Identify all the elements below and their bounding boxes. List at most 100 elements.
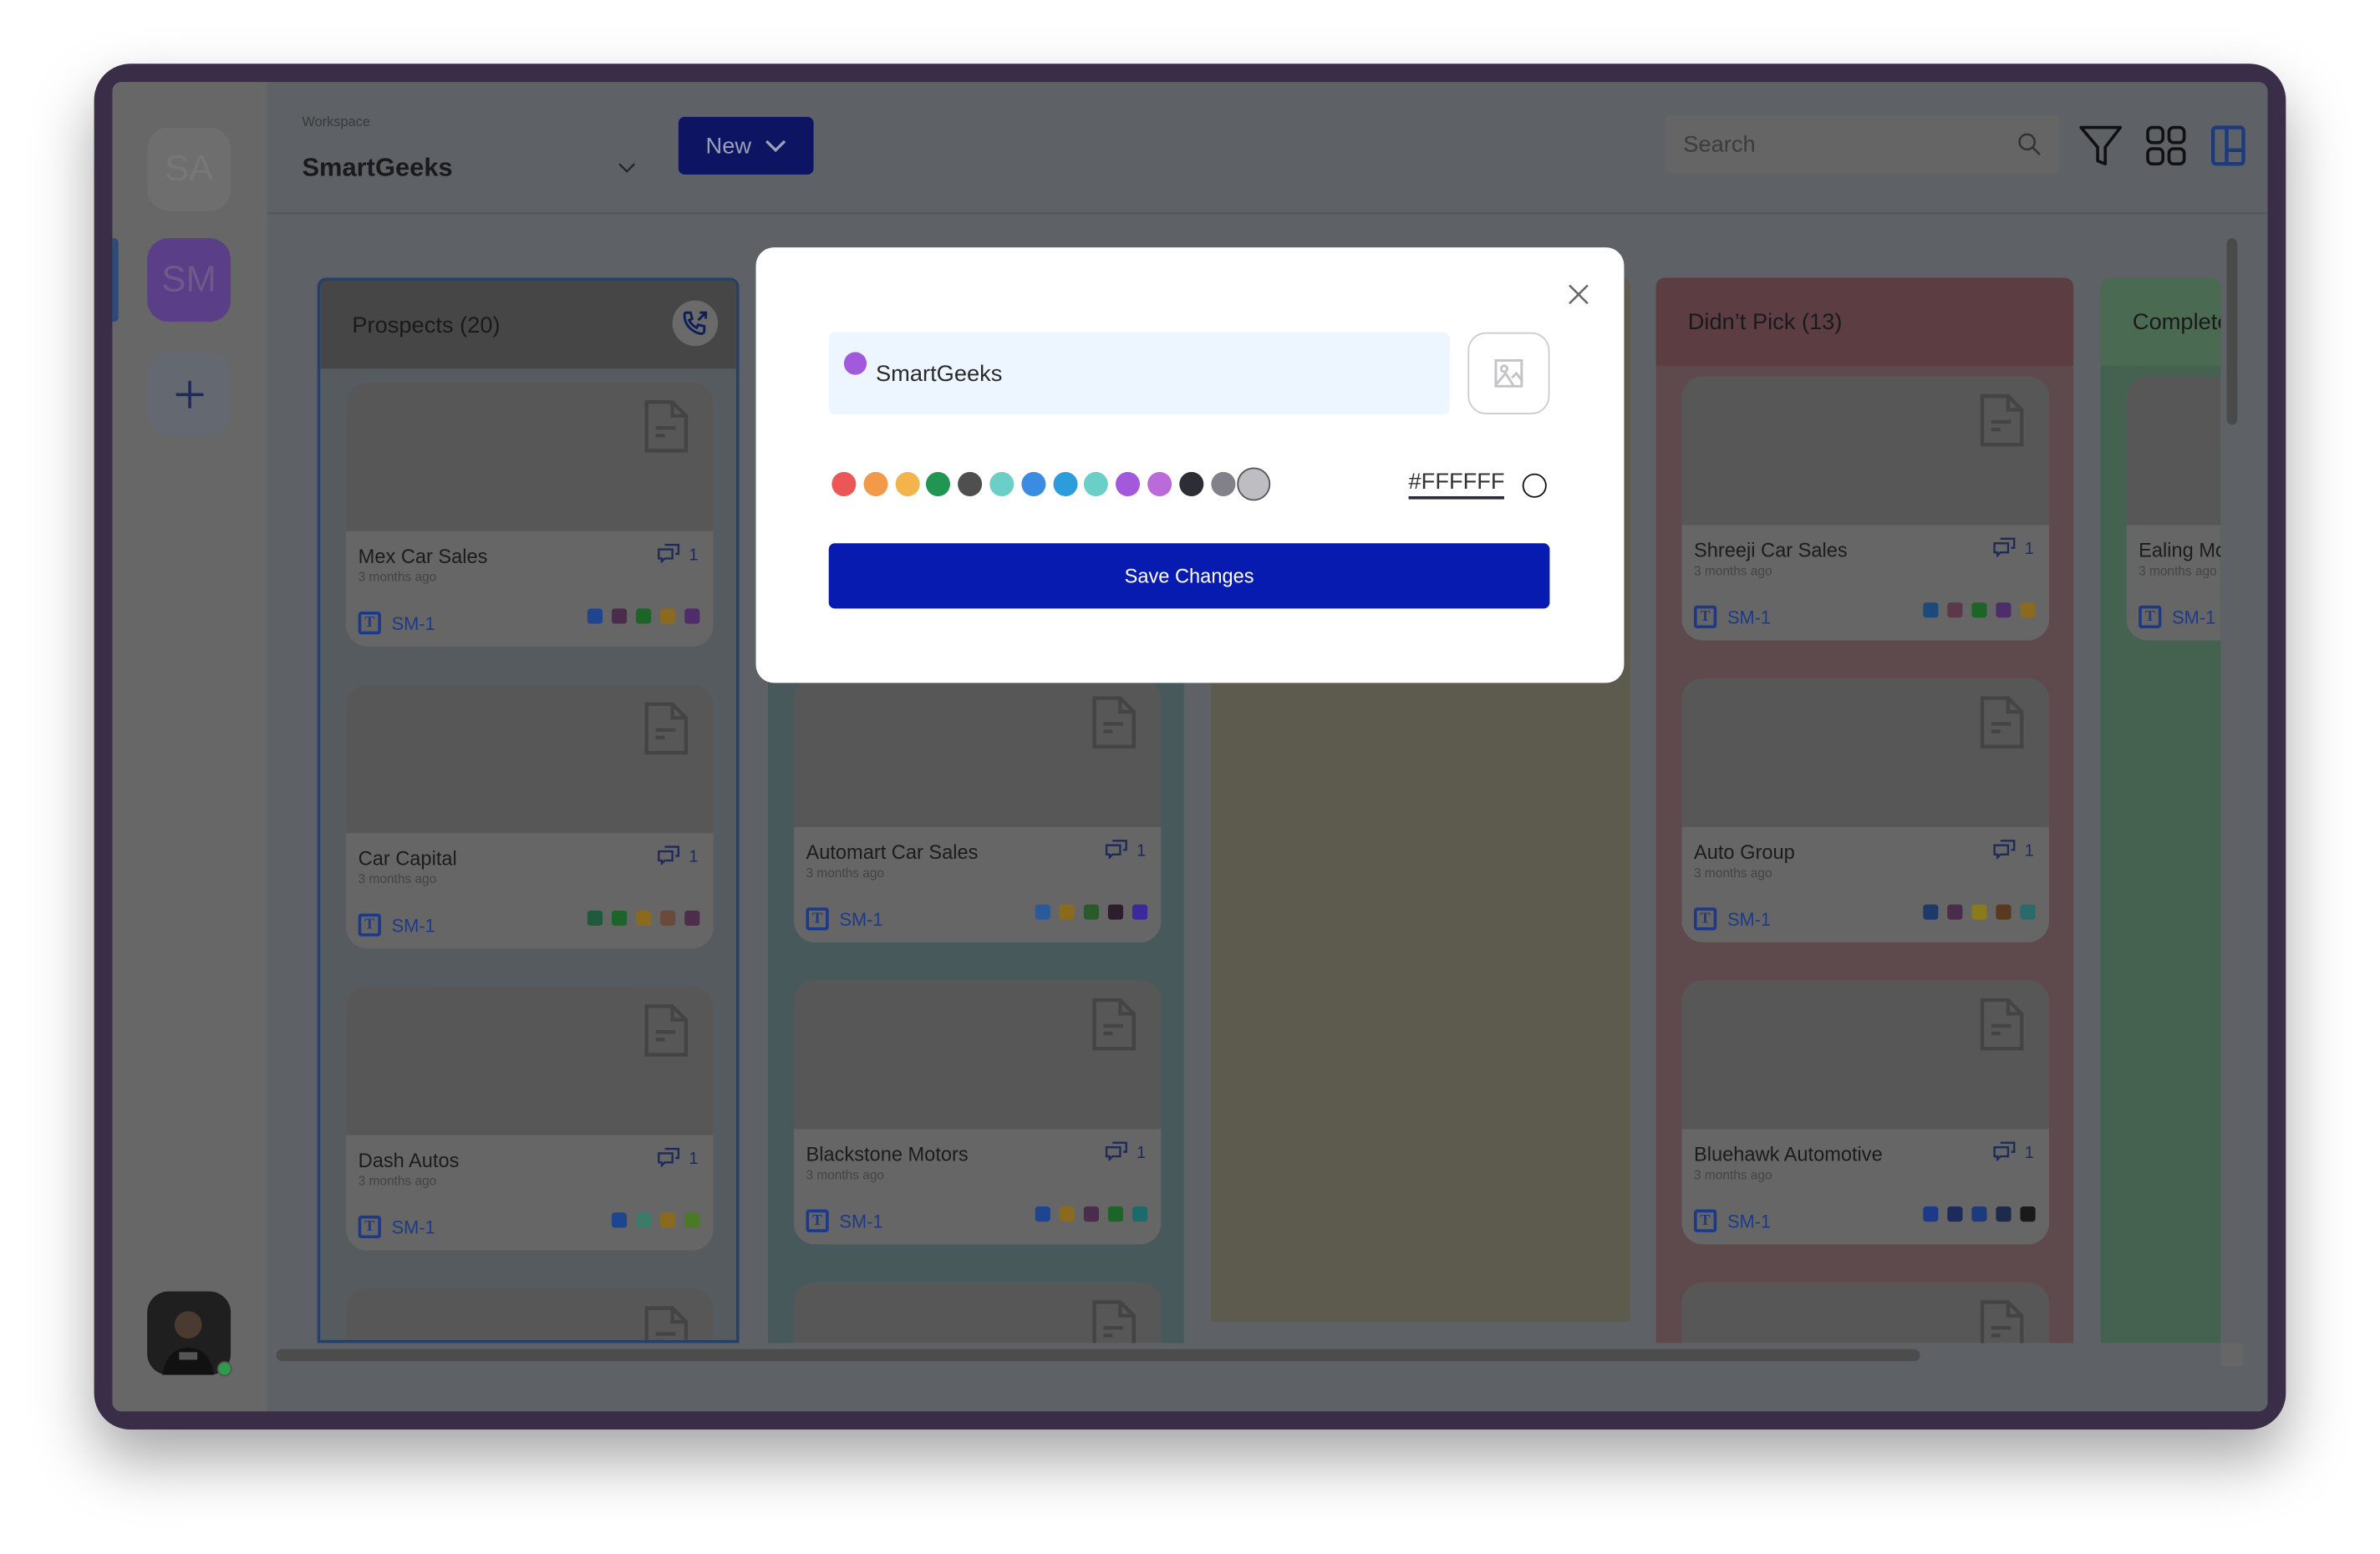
color-swatch[interactable] <box>958 471 983 496</box>
add-workspace-button[interactable] <box>147 352 231 436</box>
comment-count[interactable]: 1 <box>657 543 698 567</box>
tag-chip[interactable] <box>684 1212 700 1228</box>
tag-chip[interactable] <box>1132 1206 1148 1222</box>
workspace-selector[interactable]: SmartGeeks <box>302 149 636 188</box>
color-swatch[interactable] <box>1210 471 1235 496</box>
color-swatch[interactable] <box>1178 471 1203 496</box>
tag-chip[interactable] <box>611 608 628 624</box>
tag-chip[interactable] <box>2020 904 2036 920</box>
lead-card[interactable] <box>793 1282 1162 1343</box>
tag-chip[interactable] <box>1971 1206 1987 1222</box>
lead-card[interactable]: Shreeji Car Sales 3 months ago 1 T SM-1 <box>1681 376 2050 641</box>
comment-count[interactable]: 1 <box>657 1147 698 1171</box>
tag-chip[interactable] <box>1059 904 1075 920</box>
custom-color-picker[interactable] <box>1522 473 1547 498</box>
lead-card[interactable]: Mex Car Sales 3 months ago 1 T SM-1 <box>346 382 714 647</box>
color-swatch[interactable] <box>863 471 888 496</box>
kanban-view-icon[interactable] <box>2210 124 2247 167</box>
workspace-name-field[interactable]: SmartGeeks <box>828 332 1450 414</box>
tag-chip[interactable] <box>1971 904 1987 920</box>
ticket-id[interactable]: T SM-1 <box>358 913 435 937</box>
ticket-id[interactable]: T SM-1 <box>1693 605 1771 628</box>
tag-chip[interactable] <box>660 608 676 624</box>
color-swatch[interactable] <box>1052 471 1077 496</box>
upload-image-button[interactable] <box>1467 332 1550 414</box>
color-swatch[interactable] <box>1021 471 1046 496</box>
color-swatch[interactable] <box>1084 471 1109 496</box>
color-swatch[interactable] <box>831 471 857 496</box>
save-changes-button[interactable]: Save Changes <box>828 543 1550 609</box>
tag-chip[interactable] <box>1107 904 1124 920</box>
comment-count[interactable]: 1 <box>1993 839 2034 863</box>
ticket-id[interactable]: T SM-1 <box>806 1209 882 1232</box>
tag-chip[interactable] <box>2020 1206 2036 1222</box>
comment-count[interactable]: 1 <box>1993 537 2034 561</box>
tag-chip[interactable] <box>1083 904 1100 920</box>
tag-chip[interactable] <box>1083 1206 1100 1222</box>
grid-view-icon[interactable] <box>2144 124 2187 167</box>
ticket-id[interactable]: T SM-1 <box>2138 605 2215 628</box>
tag-chip[interactable] <box>660 1212 676 1228</box>
lead-card[interactable] <box>1681 1282 2050 1343</box>
tag-chip[interactable] <box>587 608 603 624</box>
ticket-id[interactable]: T SM-1 <box>806 907 882 931</box>
close-icon[interactable] <box>1568 284 1589 305</box>
color-swatch[interactable] <box>894 471 919 496</box>
tag-chip[interactable] <box>684 910 700 927</box>
tag-chip[interactable] <box>1035 1206 1050 1222</box>
search-input[interactable]: Search <box>1665 115 2060 174</box>
ticket-id[interactable]: T SM-1 <box>1693 907 1771 931</box>
tag-chip[interactable] <box>1996 602 2011 618</box>
lead-card[interactable]: Auto Group 3 months ago 1 T SM-1 <box>1681 678 2050 942</box>
tag-chip[interactable] <box>611 910 628 927</box>
horizontal-scrollbar[interactable] <box>276 1348 1920 1362</box>
tag-chip[interactable] <box>684 608 700 624</box>
tag-chip[interactable] <box>1996 1206 2011 1222</box>
lead-card[interactable]: Ealing Mo 3 months ago T SM-1 <box>2126 376 2221 641</box>
tag-chip[interactable] <box>1947 904 1963 920</box>
workspace-sm[interactable]: SM <box>147 238 231 322</box>
lead-card[interactable]: Blackstone Motors 3 months ago 1 T SM-1 <box>793 980 1162 1245</box>
workspace-sa[interactable]: SA <box>147 127 231 211</box>
comment-count[interactable]: 1 <box>1105 1141 1146 1166</box>
tag-chip[interactable] <box>1132 904 1148 920</box>
comment-count[interactable]: 1 <box>1993 1141 2034 1166</box>
tag-chip[interactable] <box>1947 602 1963 618</box>
tag-chip[interactable] <box>1996 904 2011 920</box>
color-swatch[interactable] <box>1147 471 1172 496</box>
new-button[interactable]: New <box>678 116 814 175</box>
lead-card[interactable]: Dash Autos 3 months ago 1 T SM-1 <box>346 986 714 1251</box>
tag-chip[interactable] <box>1035 904 1050 920</box>
comment-count[interactable]: 1 <box>1105 839 1146 863</box>
tag-chip[interactable] <box>1059 1206 1075 1222</box>
vertical-scrollbar[interactable] <box>2226 238 2238 425</box>
tag-chip[interactable] <box>1923 904 1939 920</box>
tag-chip[interactable] <box>660 910 676 927</box>
tag-chip[interactable] <box>1971 602 1987 618</box>
lead-card[interactable] <box>346 1288 714 1340</box>
tag-chip[interactable] <box>636 1212 652 1228</box>
color-swatch[interactable] <box>989 471 1015 496</box>
color-swatch[interactable] <box>926 471 951 496</box>
color-swatch[interactable] <box>1237 467 1271 501</box>
tag-chip[interactable] <box>1107 1206 1124 1222</box>
lead-card[interactable]: Automart Car Sales 3 months ago 1 T SM-1 <box>793 678 1162 942</box>
ticket-id[interactable]: T SM-1 <box>358 612 435 635</box>
user-avatar[interactable] <box>147 1291 232 1377</box>
lead-card[interactable]: Car Capital 3 months ago 1 T SM-1 <box>346 684 714 949</box>
tag-chip[interactable] <box>636 608 652 624</box>
tag-chip[interactable] <box>587 910 603 927</box>
tag-chip[interactable] <box>1947 1206 1963 1222</box>
tag-chip[interactable] <box>636 910 652 927</box>
ticket-id[interactable]: T SM-1 <box>1693 1209 1771 1232</box>
phone-outgoing-icon[interactable] <box>672 300 719 347</box>
color-swatch[interactable] <box>1116 471 1141 496</box>
ticket-id[interactable]: T SM-1 <box>358 1215 435 1239</box>
tag-chip[interactable] <box>1923 1206 1939 1222</box>
tag-chip[interactable] <box>2020 602 2036 618</box>
lead-card[interactable]: Bluehawk Automotive 3 months ago 1 T SM-1 <box>1681 980 2050 1245</box>
tag-chip[interactable] <box>1923 602 1939 618</box>
hex-input[interactable]: #FFFFFF <box>1408 469 1505 500</box>
tag-chip[interactable] <box>611 1212 628 1228</box>
filter-icon[interactable] <box>2078 123 2123 168</box>
